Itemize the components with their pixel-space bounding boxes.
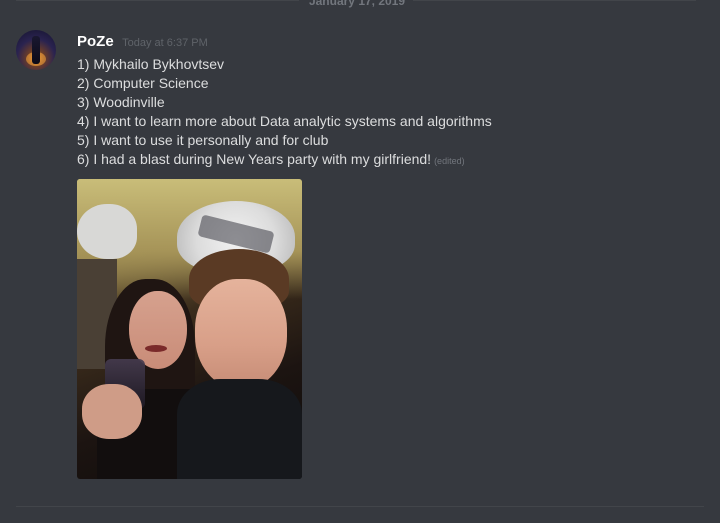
message-line: 3) Woodinville [77,94,165,110]
message-line: 5) I want to use it personally and for c… [77,132,329,148]
photo-attachment[interactable] [77,179,302,479]
photo-guy-face [195,279,287,389]
message-content: 1) Mykhailo Bykhovtsev 2) Computer Scien… [77,55,697,171]
avatar[interactable] [16,30,56,70]
date-divider: January 17, 2019 [16,0,696,8]
message-line-text: 6) I had a blast during New Years party … [77,151,432,167]
photo-girl-face [129,291,187,369]
photo-guy-shirt [177,379,302,479]
chat-window: January 17, 2019 PoZe Today at 6:37 PM 1… [0,0,720,523]
message-line-last: 6) I had a blast during New Years party … [77,150,697,171]
username[interactable]: PoZe [77,33,114,50]
edited-label: (edited) [434,156,465,166]
photo-hand [82,384,142,439]
message-line: 1) Mykhailo Bykhovtsev [77,56,225,72]
message-line: 2) Computer Science [77,75,209,91]
avatar-figure [32,36,40,64]
message-line: 4) I want to learn more about Data analy… [77,113,492,129]
divider-line-left [16,0,299,1]
message-header: PoZe Today at 6:37 PM [77,32,208,52]
photo-bystander-hair [77,204,137,259]
divider-line-right [413,0,696,1]
message-timestamp: Today at 6:37 PM [122,37,208,49]
photo-girl-lips [145,345,167,352]
bottom-separator [16,506,704,507]
divider-date: January 17, 2019 [308,0,406,8]
